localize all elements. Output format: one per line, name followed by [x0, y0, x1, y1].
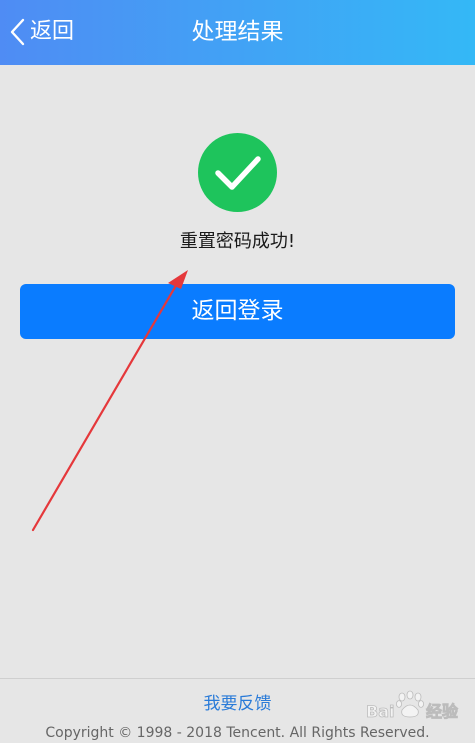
copyright-text: Copyright © 1998 - 2018 Tencent. All Rig…	[45, 725, 430, 741]
return-login-button[interactable]: 返回登录	[20, 284, 455, 339]
header-bar: 返回 处理结果	[0, 0, 475, 65]
annotation-arrow	[31, 270, 188, 532]
feedback-link[interactable]: 我要反馈	[0, 692, 475, 716]
success-check-icon	[198, 133, 277, 212]
footer-divider	[0, 678, 475, 679]
page-title: 处理结果	[191, 19, 284, 45]
result-message: 重置密码成功!	[179, 231, 296, 252]
